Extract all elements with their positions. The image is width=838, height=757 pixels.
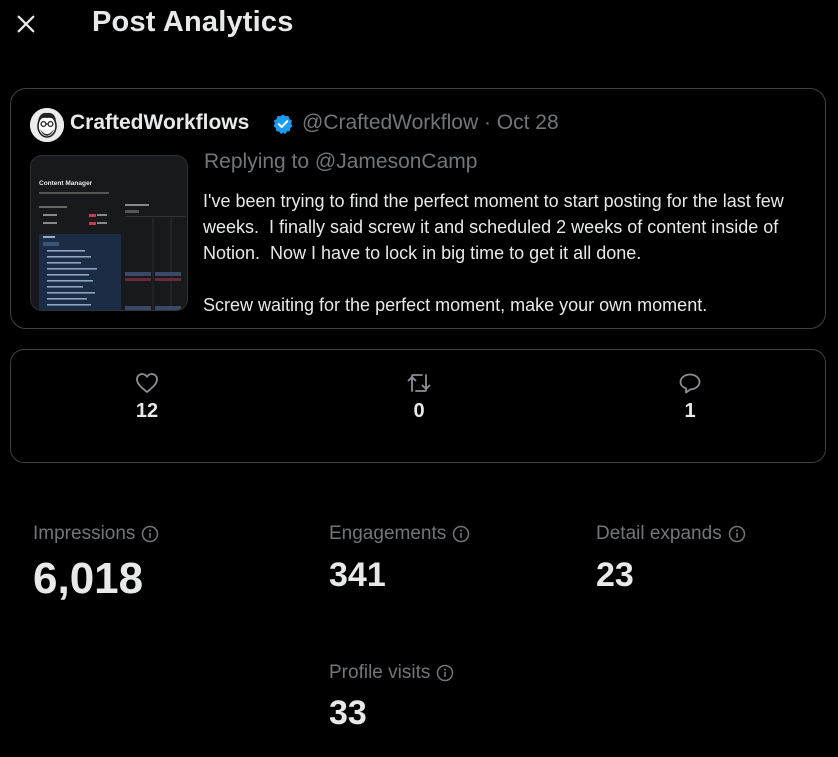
repost-icon <box>407 374 431 392</box>
impressions-label: Impressions <box>33 523 159 545</box>
replies-stat[interactable]: 1 <box>650 372 730 423</box>
close-button[interactable] <box>12 10 40 38</box>
avatar-illustration <box>30 108 64 142</box>
reply-bubble-icon <box>679 373 701 394</box>
profile-visits-value: 33 <box>329 694 367 732</box>
impressions-value: 6,018 <box>33 554 144 603</box>
profile-visits-label: Profile visits <box>329 662 454 684</box>
info-icon[interactable] <box>141 525 159 543</box>
heart-icon <box>136 373 158 393</box>
page-title: Post Analytics <box>92 6 294 38</box>
info-icon[interactable] <box>452 525 470 543</box>
notion-screenshot-thumbnail: Content Manager <box>31 156 187 310</box>
reposts-count: 0 <box>413 400 425 422</box>
replying-to-mention[interactable]: @JamesonCamp <box>315 150 478 173</box>
profile-visits-label-text: Profile visits <box>329 662 431 683</box>
reposts-stat[interactable]: 0 <box>379 372 459 423</box>
likes-stat[interactable]: 12 <box>107 372 187 423</box>
engagements-label-text: Engagements <box>329 523 447 544</box>
replies-count: 1 <box>684 400 696 422</box>
post-text: I've been trying to find the perfect mom… <box>203 191 784 315</box>
info-icon[interactable] <box>728 525 746 543</box>
impressions-label-text: Impressions <box>33 523 136 544</box>
replying-prefix: Replying to <box>204 150 315 173</box>
verified-badge-icon <box>273 114 293 135</box>
handle-and-date: @CraftedWorkflow · Oct 28 <box>302 111 559 134</box>
post-image[interactable]: Content Manager <box>30 155 188 311</box>
info-icon[interactable] <box>436 664 454 682</box>
avatar[interactable] <box>30 108 64 142</box>
detail-expands-value: 23 <box>596 556 634 594</box>
detail-expands-label: Detail expands <box>596 523 746 545</box>
close-icon <box>17 15 35 33</box>
engagements-label: Engagements <box>329 523 470 545</box>
engagements-value: 341 <box>329 556 386 594</box>
likes-count: 12 <box>135 400 159 422</box>
author-name[interactable]: CraftedWorkflows <box>70 111 249 135</box>
detail-expands-label-text: Detail expands <box>596 523 722 544</box>
replying-to: Replying to @JamesonCamp <box>204 150 477 174</box>
thumbnail-title: Content Manager <box>39 180 93 187</box>
